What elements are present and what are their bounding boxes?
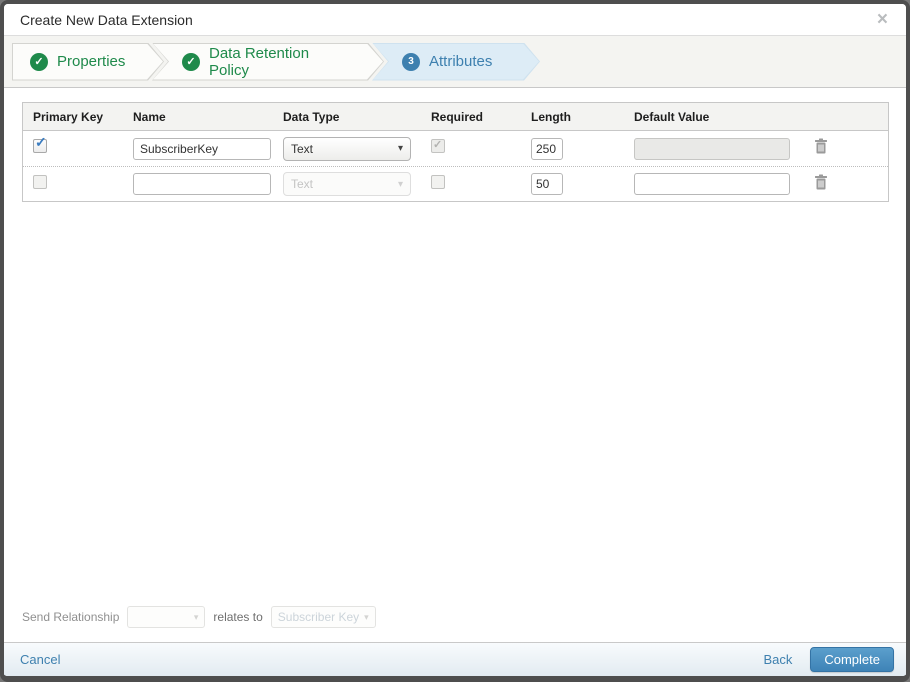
name-input[interactable] xyxy=(133,173,271,195)
required-checkbox: ✓ xyxy=(431,139,445,153)
send-relationship-row: Send Relationship ▾ relates to Subscribe… xyxy=(4,606,906,642)
wizard-step-attributes[interactable]: 3 Attributes xyxy=(372,43,540,81)
step-complete-check-icon: ✓ xyxy=(30,52,48,71)
header-data-type: Data Type xyxy=(283,109,340,124)
modal-titlebar: Create New Data Extension × xyxy=(4,4,906,36)
send-relationship-field-select: ▾ xyxy=(127,606,206,628)
table-row: ✓ Text ▾ ✓ xyxy=(23,131,888,166)
header-name: Name xyxy=(133,109,166,124)
checkmark-icon: ✓ xyxy=(35,134,47,150)
chevron-down-icon: ▾ xyxy=(397,178,403,190)
wizard-steps: ✓ Properties ✓ Data Retention Policy 3 A… xyxy=(4,36,906,88)
header-default-value: Default Value xyxy=(634,109,710,124)
step-complete-check-icon: ✓ xyxy=(182,52,200,71)
relates-to-target-value: Subscriber Key xyxy=(277,610,360,624)
chevron-down-icon: ▾ xyxy=(364,611,369,622)
length-input[interactable] xyxy=(531,137,563,160)
delete-row-button[interactable] xyxy=(814,174,828,190)
trash-icon xyxy=(815,138,827,154)
send-relationship-label: Send Relationship xyxy=(22,610,120,624)
default-value-input[interactable] xyxy=(634,173,790,195)
trash-icon xyxy=(815,174,827,189)
create-data-extension-modal: Create New Data Extension × ✓ Properties… xyxy=(0,0,910,682)
table-header-row: Primary Key Name Data Type Required Leng… xyxy=(23,103,888,131)
wizard-step-properties[interactable]: ✓ Properties xyxy=(12,43,164,81)
header-required: Required xyxy=(431,109,484,124)
header-primary-key: Primary Key xyxy=(33,109,104,124)
back-link[interactable]: Back xyxy=(763,652,792,667)
wizard-step-data-retention-policy[interactable]: ✓ Data Retention Policy xyxy=(152,43,384,81)
table-row: Text ▾ xyxy=(23,166,888,201)
relates-to-label: relates to xyxy=(213,610,263,624)
modal-footer: Cancel Back Complete xyxy=(4,642,906,676)
chevron-down-icon: ▾ xyxy=(397,143,403,154)
data-type-select[interactable]: Text ▾ xyxy=(283,136,411,161)
chevron-down-icon: ▾ xyxy=(193,611,199,622)
step-label: Data Retention Policy xyxy=(209,44,310,79)
header-length: Length xyxy=(531,109,571,124)
default-value-input xyxy=(634,137,790,160)
length-input[interactable] xyxy=(531,173,563,195)
checkmark-icon: ✓ xyxy=(433,139,443,151)
relates-to-target-select: Subscriber Key ▾ xyxy=(270,606,376,628)
modal-body: Primary Key Name Data Type Required Leng… xyxy=(4,88,906,642)
data-type-value: Text xyxy=(291,177,314,191)
complete-button[interactable]: Complete xyxy=(810,647,894,672)
data-type-value: Text xyxy=(291,141,314,156)
delete-row-button[interactable] xyxy=(814,138,828,154)
required-checkbox[interactable] xyxy=(431,174,445,189)
attributes-table: Primary Key Name Data Type Required Leng… xyxy=(22,102,889,202)
close-icon[interactable]: × xyxy=(873,8,892,31)
primary-key-checkbox[interactable]: ✓ xyxy=(33,135,47,153)
cancel-link[interactable]: Cancel xyxy=(20,652,60,667)
name-input[interactable] xyxy=(133,137,271,160)
modal-title: Create New Data Extension xyxy=(20,11,193,28)
step-number-badge: 3 xyxy=(402,52,420,71)
step-label: Attributes xyxy=(429,53,493,70)
primary-key-checkbox[interactable] xyxy=(33,174,47,189)
step-label: Properties xyxy=(57,53,126,70)
data-type-select: Text ▾ xyxy=(283,172,411,196)
